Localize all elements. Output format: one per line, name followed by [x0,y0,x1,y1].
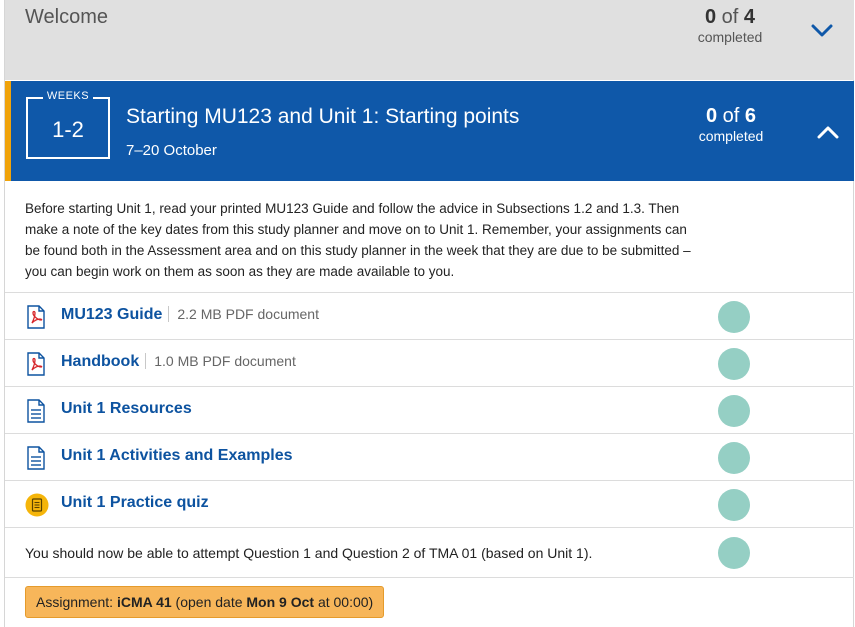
assignment-name: iCMA 41 [116,594,172,610]
pdf-icon [25,305,47,329]
completion-toggle[interactable] [718,395,750,427]
assignment-suffix: at 00:00) [317,594,374,610]
completion-toggle[interactable] [718,301,750,333]
quiz-icon [25,493,49,517]
week-of: of [722,105,740,127]
welcome-section-header[interactable]: Welcome 0 of 4 completed [5,0,854,80]
list-item: Handbook 1.0 MB PDF document [5,339,854,386]
week-badge-label: WEEKS [42,90,94,102]
list-item-note: You should now be able to attempt Questi… [5,527,854,577]
document-icon [25,446,47,470]
assignment-date: Mon 9 Oct [246,594,315,610]
list-item: Unit 1 Practice quiz [5,480,854,527]
chevron-down-icon[interactable] [807,15,837,45]
week-total-count: 6 [744,105,757,127]
item-meta: 1.0 MB PDF document [145,353,296,369]
week-intro-text: Before starting Unit 1, read your printe… [25,201,691,279]
week-done-count: 0 [705,105,718,127]
chevron-up-icon[interactable] [813,117,843,147]
assignment-badge[interactable]: Assignment: iCMA 41 (open date Mon 9 Oct… [25,586,385,618]
list-item: MU123 Guide 2.2 MB PDF document [5,292,854,339]
list-item: Unit 1 Resources [5,386,854,433]
week-section-header[interactable]: WEEKS 1-2 Starting MU123 and Unit 1: Sta… [5,81,854,181]
week-badge-number: 1-2 [52,117,84,142]
completion-toggle[interactable] [718,442,750,474]
week-progress: 0 of 6 completed [681,105,781,145]
item-link-unit1-practice-quiz[interactable]: Unit 1 Practice quiz [61,494,209,512]
welcome-total-count: 4 [743,6,756,28]
week-dates: 7–20 October [126,142,217,159]
assignment-mid: (open date [175,594,243,610]
pdf-icon [25,352,47,376]
item-link-unit1-resources[interactable]: Unit 1 Resources [61,400,192,418]
document-icon [25,399,47,423]
welcome-progress: 0 of 4 completed [680,6,780,46]
completion-toggle[interactable] [718,489,750,521]
completion-toggle[interactable] [718,537,750,569]
completion-toggle[interactable] [718,348,750,380]
item-link-handbook[interactable]: Handbook 1.0 MB PDF document [61,353,296,371]
welcome-done-count: 0 [704,6,717,28]
study-planner: Welcome 0 of 4 completed WEEKS 1-2 Start… [4,0,854,627]
welcome-title: Welcome [25,6,108,28]
week-completed-label: completed [698,128,764,144]
tma-note-text: You should now be able to attempt Questi… [25,545,593,561]
item-link-mu123-guide[interactable]: MU123 Guide 2.2 MB PDF document [61,306,319,324]
list-item: Unit 1 Activities and Examples [5,433,854,480]
welcome-completed-label: completed [697,29,763,45]
week-badge: WEEKS 1-2 [26,90,110,159]
item-link-unit1-activities[interactable]: Unit 1 Activities and Examples [61,447,292,465]
week-title: Starting MU123 and Unit 1: Starting poin… [126,105,520,128]
assignment-prefix: Assignment: [36,594,114,610]
item-meta: 2.2 MB PDF document [168,306,319,322]
welcome-of: of [721,6,739,28]
